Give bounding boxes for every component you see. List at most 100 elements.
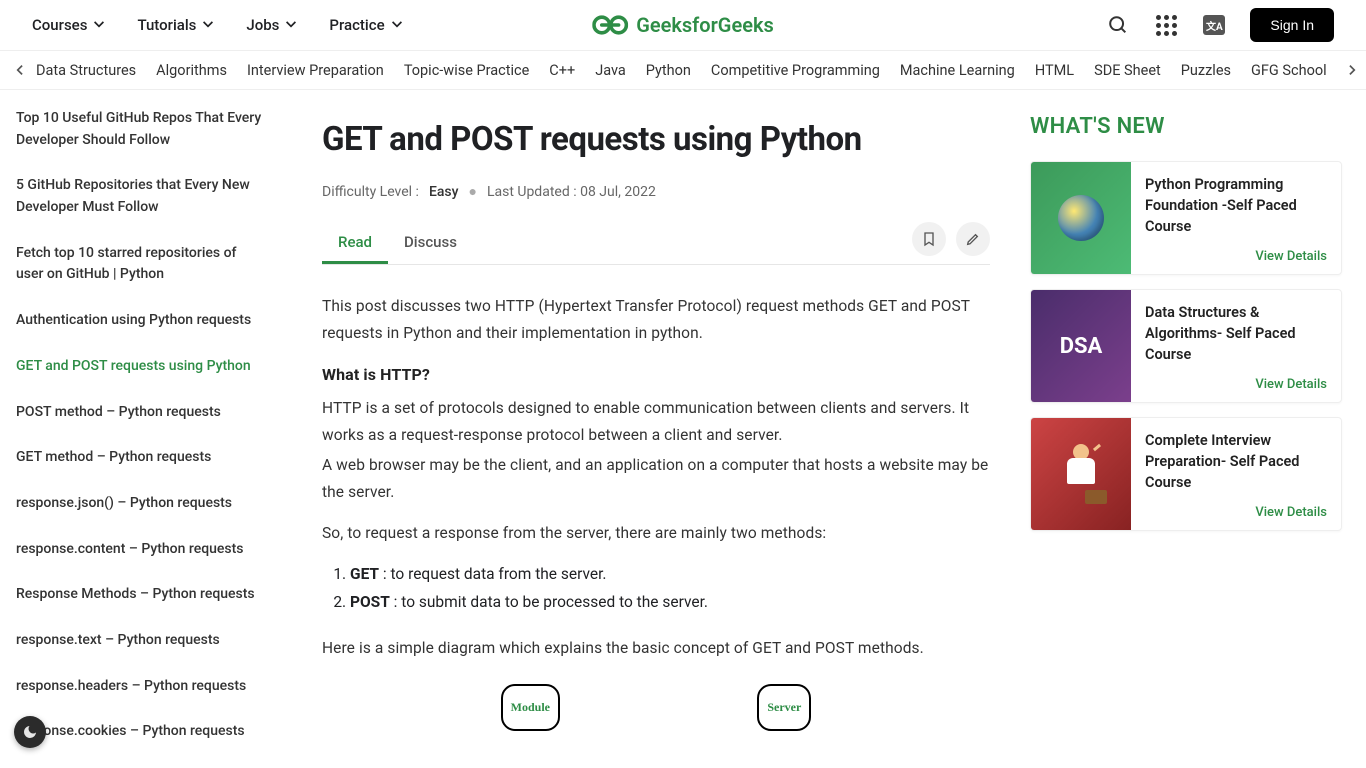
apps-icon[interactable] (1154, 13, 1178, 37)
card-thumb (1031, 418, 1131, 530)
concept-diagram: Module Server (322, 676, 990, 731)
secnav-prev[interactable] (10, 64, 28, 76)
sidebar-item[interactable]: GET and POST requests using Python (16, 356, 264, 378)
brand[interactable]: GeeksforGeeks (592, 12, 774, 38)
nav-courses-label: Courses (32, 16, 87, 34)
card-body: Complete Interview Preparation- Self Pac… (1131, 418, 1341, 530)
top-nav-right: 文A Sign In (1106, 8, 1334, 42)
pencil-icon (965, 231, 981, 247)
bookmark-icon (921, 231, 937, 247)
card-thumb (1031, 162, 1131, 274)
nav-practice-label: Practice (329, 16, 384, 34)
card-title: Python Programming Foundation -Self Pace… (1145, 174, 1327, 249)
promo-card[interactable]: Python Programming Foundation -Self Pace… (1030, 161, 1342, 275)
article-intro: This post discusses two HTTP (Hypertext … (322, 293, 990, 347)
secnav-item[interactable]: C++ (549, 62, 575, 79)
sidebar-item[interactable]: GET method – Python requests (16, 447, 264, 469)
secondary-nav: Data Structures Algorithms Interview Prepa… (0, 50, 1366, 90)
method-item: GET : to request data from the server. (350, 561, 990, 589)
edit-button[interactable] (956, 222, 990, 256)
chevron-left-icon (13, 64, 25, 76)
sidebar-item[interactable]: response.content – Python requests (16, 539, 264, 561)
secnav-item[interactable]: Machine Learning (900, 62, 1015, 79)
section-p3: So, to request a response from the serve… (322, 520, 990, 547)
sidebar-item[interactable]: Fetch top 10 starred repositories of use… (16, 243, 264, 286)
top-nav: Courses Tutorials Jobs Practice Geeksfor… (0, 0, 1366, 50)
secnav-items: Data Structures Algorithms Interview Prepa… (32, 62, 1356, 79)
secnav-item[interactable]: GFG School (1251, 62, 1327, 79)
difficulty-value: Easy (429, 184, 459, 200)
chevron-down-icon (202, 19, 214, 31)
article-actions (912, 222, 990, 264)
whatsnew-heading: WHAT'S NEW (1030, 114, 1342, 139)
brand-text: GeeksforGeeks (636, 13, 774, 37)
secnav-item[interactable]: Interview Preparation (247, 62, 384, 79)
signin-button[interactable]: Sign In (1250, 8, 1334, 42)
right-rail: WHAT'S NEW Python Programming Foundation… (1018, 90, 1366, 768)
bookmark-button[interactable] (912, 222, 946, 256)
section-p4: Here is a simple diagram which explains … (322, 635, 990, 662)
sidebar-item[interactable]: 5 GitHub Repositories that Every New Dev… (16, 175, 264, 218)
updated-label: Last Updated : 08 Jul, 2022 (487, 184, 656, 200)
sidebar-item[interactable]: response.text – Python requests (16, 630, 264, 652)
section-p1: HTTP is a set of protocols designed to e… (322, 395, 990, 449)
chevron-down-icon (391, 19, 403, 31)
secnav-item[interactable]: SDE Sheet (1094, 62, 1161, 79)
tabs-holder: ReadDiscuss (322, 223, 473, 263)
tab-read[interactable]: Read (322, 223, 388, 264)
article-title: GET and POST requests using Python (322, 120, 990, 159)
nav-jobs[interactable]: Jobs (246, 16, 297, 34)
nav-tutorials[interactable]: Tutorials (137, 16, 214, 34)
meta-separator: ● (468, 183, 476, 200)
diagram-server-box: Server (757, 684, 811, 731)
chevron-down-icon (285, 19, 297, 31)
card-title: Complete Interview Preparation- Self Pac… (1145, 430, 1327, 505)
chevron-down-icon (93, 19, 105, 31)
sidebar-item[interactable]: response.cookies – Python requests (16, 721, 264, 743)
promo-card[interactable]: Complete Interview Preparation- Self Pac… (1030, 417, 1342, 531)
sidebar-item[interactable]: POST method – Python requests (16, 402, 264, 424)
sidebar-item[interactable]: response.headers – Python requests (16, 676, 264, 698)
card-view-link[interactable]: View Details (1145, 377, 1327, 392)
card-body: Python Programming Foundation -Self Pace… (1131, 162, 1341, 274)
nav-jobs-label: Jobs (246, 16, 279, 34)
tab-discuss[interactable]: Discuss (388, 223, 473, 263)
sidebar: Top 10 Useful GitHub Repos That Every De… (0, 90, 280, 768)
sidebar-item[interactable]: Authentication using Python requests (16, 310, 264, 332)
cards-holder: Python Programming Foundation -Self Pace… (1030, 161, 1342, 531)
secnav-item[interactable]: Data Structures (36, 62, 136, 79)
methods-list: GET : to request data from the server.PO… (350, 561, 990, 617)
secnav-item[interactable]: Algorithms (156, 62, 227, 79)
nav-courses[interactable]: Courses (32, 16, 105, 34)
nav-tutorials-label: Tutorials (137, 16, 196, 34)
card-body: Data Structures & Algorithms- Self Paced… (1131, 290, 1341, 402)
section-p2: A web browser may be the client, and an … (322, 452, 990, 506)
main-layout: Top 10 Useful GitHub Repos That Every De… (0, 90, 1366, 768)
secnav-item[interactable]: HTML (1035, 62, 1074, 79)
card-title: Data Structures & Algorithms- Self Paced… (1145, 302, 1327, 377)
article-tabs: ReadDiscuss (322, 222, 990, 265)
card-view-link[interactable]: View Details (1145, 249, 1327, 264)
search-icon[interactable] (1106, 13, 1130, 37)
nav-practice[interactable]: Practice (329, 16, 402, 34)
secnav-item[interactable]: Puzzles (1181, 62, 1231, 79)
method-item: POST : to submit data to be processed to… (350, 589, 990, 617)
sidebar-item[interactable]: Response Methods – Python requests (16, 584, 264, 606)
top-nav-left: Courses Tutorials Jobs Practice (32, 16, 403, 34)
secnav-next[interactable] (1344, 64, 1362, 76)
card-thumb: DSA (1031, 290, 1131, 402)
secnav-item[interactable]: Topic-wise Practice (404, 62, 529, 79)
darkmode-toggle[interactable] (14, 716, 46, 748)
secnav-item[interactable]: Python (646, 62, 691, 79)
difficulty-label: Difficulty Level : (322, 184, 419, 200)
secnav-item[interactable]: Competitive Programming (711, 62, 880, 79)
secnav-item[interactable]: Java (595, 62, 626, 79)
article: GET and POST requests using Python Diffi… (280, 90, 1018, 768)
sidebar-item[interactable]: Top 10 Useful GitHub Repos That Every De… (16, 108, 264, 151)
card-view-link[interactable]: View Details (1145, 505, 1327, 520)
brand-logo-icon (592, 12, 628, 38)
promo-card[interactable]: DSAData Structures & Algorithms- Self Pa… (1030, 289, 1342, 403)
translate-icon[interactable]: 文A (1202, 13, 1226, 37)
article-meta: Difficulty Level : Easy ● Last Updated :… (322, 183, 990, 200)
sidebar-item[interactable]: response.json() – Python requests (16, 493, 264, 515)
